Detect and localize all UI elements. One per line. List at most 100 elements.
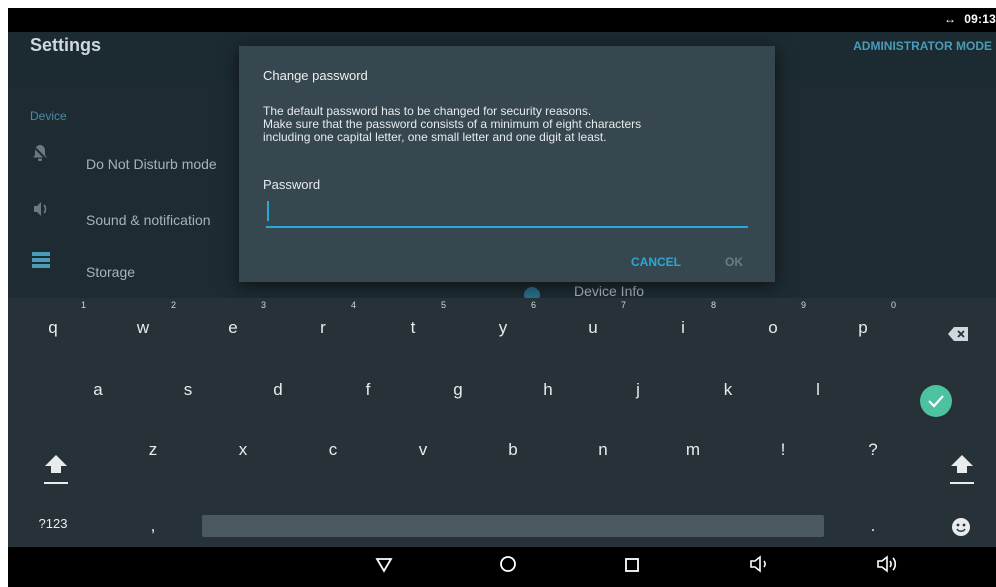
key-comma[interactable]: ,: [108, 480, 198, 540]
key-label: d: [273, 380, 283, 399]
shift-key-left[interactable]: [8, 420, 98, 484]
key-label: .: [870, 516, 876, 535]
password-input[interactable]: [266, 196, 748, 228]
key-label: z: [148, 440, 158, 459]
key-label: f: [365, 380, 371, 399]
key-r[interactable]: 4r: [278, 298, 368, 358]
key-hint: 3: [260, 300, 266, 310]
password-label: Password: [263, 177, 321, 192]
key-i[interactable]: 8i: [638, 298, 728, 358]
key-label: ?: [868, 440, 878, 459]
emoji-key[interactable]: [908, 480, 996, 540]
recents-square-icon: [625, 558, 639, 572]
key-n[interactable]: n: [558, 420, 648, 480]
back-triangle-icon: [375, 558, 393, 573]
device-info-item[interactable]: Device Info: [574, 283, 644, 299]
key-hint: 0: [890, 300, 896, 310]
key-hint: 2: [170, 300, 176, 310]
key-f[interactable]: f: [323, 360, 413, 420]
navigation-bar: [8, 547, 996, 587]
status-bar: ↔ 09:13: [8, 8, 996, 32]
key-label: v: [418, 440, 428, 459]
key-exclamation[interactable]: !: [738, 420, 828, 480]
ok-button[interactable]: OK: [725, 255, 743, 269]
key-g[interactable]: g: [413, 360, 503, 420]
key-d[interactable]: d: [233, 360, 323, 420]
recents-button[interactable]: [616, 555, 648, 579]
cancel-button[interactable]: CANCEL: [631, 255, 681, 269]
key-label: y: [498, 318, 508, 337]
key-s[interactable]: s: [143, 360, 233, 420]
key-label: s: [183, 380, 193, 399]
key-j[interactable]: j: [593, 360, 683, 420]
key-label: g: [453, 380, 463, 399]
key-t[interactable]: 5t: [368, 298, 458, 358]
key-hint: 1: [80, 300, 86, 310]
key-y[interactable]: 6y: [458, 298, 548, 358]
volume-down-icon: [750, 555, 766, 573]
key-label: k: [723, 380, 733, 399]
key-label: !: [780, 440, 786, 459]
key-o[interactable]: 9o: [728, 298, 818, 358]
key-label: ,: [150, 516, 156, 535]
key-label: ?123: [38, 516, 68, 531]
key-label: j: [636, 380, 640, 399]
key-v[interactable]: v: [378, 420, 468, 480]
key-l[interactable]: l: [773, 360, 863, 420]
space-key[interactable]: [202, 515, 824, 537]
key-label: e: [228, 318, 238, 337]
key-label: m: [685, 440, 701, 459]
backspace-key[interactable]: [908, 298, 996, 358]
device-screen: ↔ 09:13 Settings ADMINISTRATOR MODE Devi…: [8, 8, 996, 587]
key-a[interactable]: a: [53, 360, 143, 420]
volume-up-button[interactable]: [872, 555, 904, 579]
volume-icon: [32, 200, 50, 218]
key-k[interactable]: k: [683, 360, 773, 420]
key-w[interactable]: 2w: [98, 298, 188, 358]
key-label: o: [768, 318, 778, 337]
key-question[interactable]: ?: [828, 420, 918, 480]
key-q[interactable]: 1q: [8, 298, 98, 358]
key-label: p: [858, 318, 868, 337]
back-button[interactable]: [368, 555, 400, 579]
bell-off-icon: [32, 144, 50, 162]
settings-item-label: Sound & notification: [86, 212, 211, 228]
shift-key-right[interactable]: [908, 420, 996, 484]
status-time: 09:13: [964, 12, 996, 26]
key-u[interactable]: 7u: [548, 298, 638, 358]
key-p[interactable]: 0p: [818, 298, 908, 358]
key-label: c: [328, 440, 338, 459]
volume-down-button[interactable]: [744, 555, 776, 579]
on-screen-keyboard: 1q 2w 3e 4r 5t 6y 7u 8i 9o 0p a s d f g …: [8, 298, 996, 544]
key-m[interactable]: m: [648, 420, 738, 480]
key-c[interactable]: c: [288, 420, 378, 480]
smiley-icon: [952, 518, 970, 536]
key-label: u: [588, 318, 598, 337]
key-period[interactable]: .: [828, 480, 918, 540]
key-b[interactable]: b: [468, 420, 558, 480]
key-label: w: [136, 318, 150, 337]
app-title: Settings: [30, 35, 102, 55]
home-circle-icon: [500, 556, 516, 572]
sync-icon: ↔: [944, 12, 956, 26]
key-hint: 6: [530, 300, 536, 310]
symbols-key[interactable]: ?123: [8, 480, 98, 540]
done-key[interactable]: [908, 360, 996, 420]
key-h[interactable]: h: [503, 360, 593, 420]
key-hint: 4: [350, 300, 356, 310]
backspace-icon: [948, 327, 968, 341]
home-button[interactable]: [492, 555, 524, 579]
key-label: a: [93, 380, 103, 399]
key-x[interactable]: x: [198, 420, 288, 480]
administrator-mode-button[interactable]: ADMINISTRATOR MODE: [853, 39, 992, 53]
key-label: q: [48, 318, 58, 337]
key-label: n: [598, 440, 608, 459]
text-cursor: [267, 201, 269, 221]
dialog-message: The default password has to be changed f…: [263, 105, 763, 144]
key-hint: 9: [800, 300, 806, 310]
key-z[interactable]: z: [108, 420, 198, 480]
settings-item-label: Do Not Disturb mode: [86, 156, 217, 172]
key-e[interactable]: 3e: [188, 298, 278, 358]
key-label: i: [681, 318, 685, 337]
key-hint: 5: [440, 300, 446, 310]
